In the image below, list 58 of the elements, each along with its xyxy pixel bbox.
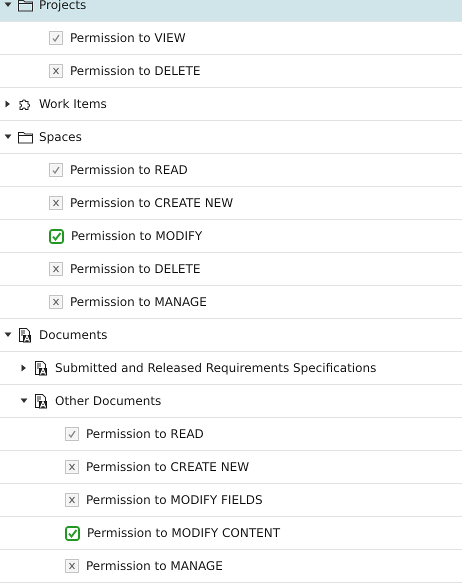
expand-arrow-icon[interactable]: [4, 100, 12, 108]
checkbox-icon[interactable]: [65, 427, 79, 441]
checkbox-icon[interactable]: [49, 163, 63, 177]
checkbox-icon[interactable]: [49, 262, 63, 276]
tree-row[interactable]: Permission to MODIFY FIELDS: [0, 484, 462, 517]
document-icon: [33, 360, 50, 376]
tree-row[interactable]: Other Documents: [0, 385, 462, 418]
permission-label: Permission to CREATE NEW: [70, 195, 234, 211]
checkbox-icon[interactable]: [65, 526, 80, 540]
checkbox-icon[interactable]: [65, 493, 79, 507]
node-label: Submitted and Released Requirements Specifications: [55, 360, 376, 376]
node-label: Other Documents: [55, 393, 162, 409]
tree-row[interactable]: Submitted and Released Requirements Specifications: [0, 352, 462, 385]
folder-icon: [17, 0, 34, 14]
node-label: Spaces: [39, 129, 82, 145]
permission-label: Permission to MODIFY CONTENT: [87, 525, 280, 541]
checkbox-icon[interactable]: [65, 559, 79, 573]
collapse-arrow-icon[interactable]: [20, 397, 28, 405]
document-icon: [17, 326, 34, 344]
tree-row[interactable]: Documents: [0, 319, 462, 352]
node-label: Projects: [39, 0, 86, 13]
collapse-arrow-icon[interactable]: [4, 133, 12, 141]
permission-label: Permission to VIEW: [70, 30, 186, 46]
checkbox-icon[interactable]: [49, 64, 63, 78]
permission-label: Permission to MODIFY FIELDS: [86, 492, 263, 508]
permission-label: Permission to READ: [70, 162, 188, 178]
tree-row[interactable]: Permission to MANAGE: [0, 286, 462, 319]
tree-row[interactable]: Permission to CREATE NEW: [0, 451, 462, 484]
checkbox-icon[interactable]: [49, 196, 63, 210]
permission-label: Permission to READ: [86, 426, 204, 442]
permission-label: Permission to MODIFY: [71, 228, 202, 244]
checkbox-icon[interactable]: [65, 460, 79, 474]
permission-label: Permission to MANAGE: [86, 558, 223, 574]
tree-row[interactable]: Permission to MANAGE: [0, 550, 462, 583]
permission-label: Permission to DELETE: [70, 261, 200, 277]
checkbox-icon[interactable]: [49, 228, 64, 244]
document-icon: [33, 392, 50, 410]
tree-row[interactable]: Work Items: [0, 88, 462, 121]
collapse-arrow-icon[interactable]: [4, 331, 12, 339]
tree-row[interactable]: Permission to MODIFY CONTENT: [0, 517, 462, 550]
checkbox-icon[interactable]: [49, 295, 63, 309]
checkbox-icon[interactable]: [49, 31, 63, 45]
tree-row[interactable]: Permission to VIEW: [0, 22, 462, 55]
node-label: Work Items: [39, 96, 107, 112]
expand-arrow-icon[interactable]: [20, 364, 28, 372]
permission-label: Permission to DELETE: [70, 63, 200, 79]
node-label: Documents: [39, 327, 108, 343]
tree-row[interactable]: Permission to READ: [0, 418, 462, 451]
collapse-arrow-icon[interactable]: [4, 1, 12, 9]
tree-row[interactable]: Permission to DELETE: [0, 253, 462, 286]
tree-row[interactable]: Permission to CREATE NEW: [0, 187, 462, 220]
tree-row[interactable]: Permission to MODIFY: [0, 220, 462, 253]
permission-label: Permission to MANAGE: [70, 294, 207, 310]
tree-row[interactable]: Permission to DELETE: [0, 55, 462, 88]
tree-row[interactable]: Spaces: [0, 121, 462, 154]
permission-label: Permission to CREATE NEW: [86, 459, 250, 475]
tree-row[interactable]: Permission to READ: [0, 154, 462, 187]
tree-row[interactable]: Projects: [0, 0, 462, 22]
